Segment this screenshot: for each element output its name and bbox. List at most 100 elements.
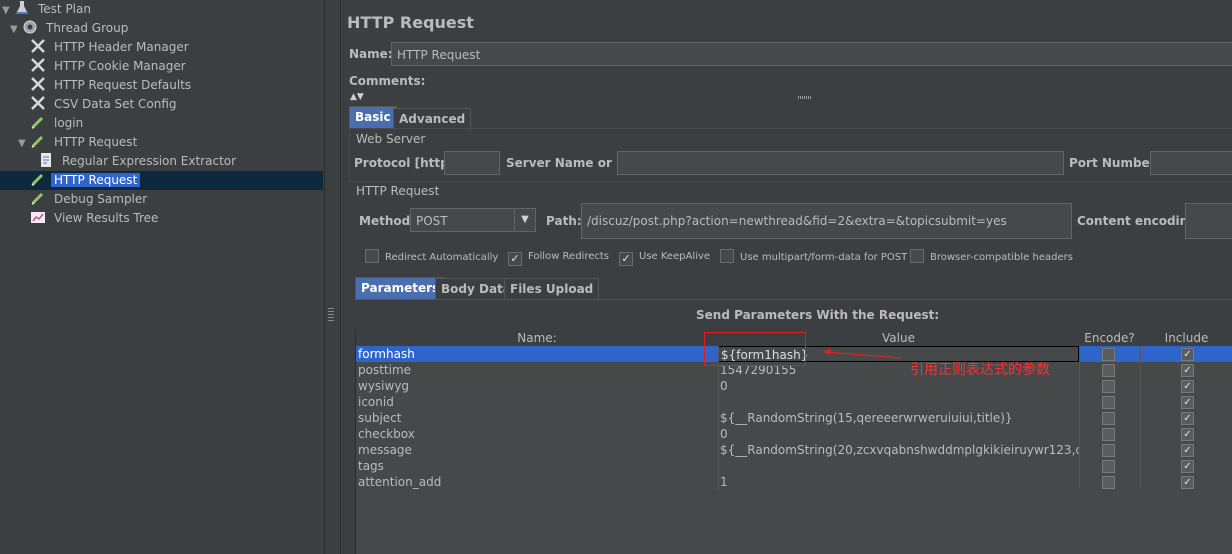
checkmark-icon: ✓	[619, 252, 633, 266]
annotation-text: 引用正则表达式的参数	[910, 362, 1050, 378]
tree-item-login[interactable]: login	[30, 114, 86, 133]
include-equals-checkbox[interactable]: ✓	[1181, 428, 1194, 441]
column-header-encode[interactable]: Encode?	[1079, 330, 1141, 347]
include-equals-checkbox[interactable]: ✓	[1181, 380, 1194, 393]
param-value[interactable]: 0	[718, 426, 1079, 442]
path-field[interactable]: /discuz/post.php?action=newthread&fid=2&…	[581, 203, 1072, 239]
redirect-automatically-checkbox[interactable]: Redirect Automatically	[365, 249, 498, 265]
multipart-form-data-checkbox[interactable]: Use multipart/form-data for POST	[720, 249, 907, 265]
tree-item-http-request[interactable]: ▼ HTTP Request	[18, 133, 140, 152]
column-divider	[1079, 346, 1080, 490]
param-value[interactable]	[718, 458, 1079, 474]
include-equals-checkbox[interactable]: ✓	[1181, 396, 1194, 409]
tree-item-thread-group[interactable]: ▼ Thread Group	[10, 19, 131, 38]
param-name[interactable]: iconid	[356, 394, 718, 410]
browser-compatible-headers-checkbox[interactable]: Browser-compatible headers	[910, 249, 1073, 265]
param-name[interactable]: formhash	[356, 346, 718, 362]
protocol-field[interactable]	[444, 151, 500, 175]
include-equals-checkbox[interactable]: ✓	[1181, 348, 1194, 361]
encode-checkbox[interactable]	[1102, 380, 1115, 393]
param-name[interactable]: checkbox	[356, 426, 718, 442]
params-heading: Send Parameters With the Request:	[696, 308, 940, 322]
tree-item-label: Regular Expression Extractor	[62, 154, 237, 168]
config-element-icon	[31, 58, 45, 72]
encode-checkbox[interactable]	[1102, 460, 1115, 473]
server-name-field[interactable]	[617, 151, 1064, 175]
param-name[interactable]: subject	[356, 410, 718, 426]
encode-checkbox[interactable]	[1102, 412, 1115, 425]
test-plan-icon	[16, 1, 28, 14]
tree-item-label: HTTP Cookie Manager	[54, 59, 186, 73]
encode-checkbox[interactable]	[1102, 428, 1115, 441]
table-row[interactable]: message ${__RandomString(20,zcxvqabnshwd…	[356, 442, 1232, 458]
tree-item-test-plan[interactable]: ▼ Test Plan	[2, 0, 94, 19]
method-label: Method:	[359, 214, 415, 228]
page-title: HTTP Request	[347, 13, 474, 32]
encode-checkbox[interactable]	[1102, 348, 1115, 361]
param-value[interactable]: ${__RandomString(20,zcxvqabnshwddmplgkik…	[718, 442, 1079, 458]
column-header-include-equals[interactable]: Include Equals?	[1140, 330, 1232, 361]
encode-checkbox[interactable]	[1102, 396, 1115, 409]
param-value[interactable]: 0	[718, 378, 1079, 394]
sampler-pipette-icon	[31, 192, 44, 205]
content-encoding-field[interactable]	[1185, 203, 1232, 239]
collapse-arrows-icon[interactable]: ▲▼	[350, 92, 364, 102]
encode-checkbox[interactable]	[1102, 476, 1115, 489]
http-request-editor: HTTP Request Name: HTTP Request Comments…	[343, 0, 1232, 554]
pane-splitter[interactable]	[325, 0, 341, 554]
name-label: Name:	[349, 47, 393, 61]
encode-checkbox[interactable]	[1102, 364, 1115, 377]
divider-grip-icon[interactable]	[798, 96, 812, 99]
table-row[interactable]: subject ${__RandomString(15,qereeerwrwer…	[356, 410, 1232, 426]
tree-item-http-request-selected[interactable]: HTTP Request	[0, 171, 323, 190]
subtab-divider	[355, 299, 1232, 300]
tree-item-label: login	[54, 116, 84, 130]
expand-arrow-icon[interactable]: ▼	[18, 134, 30, 153]
param-name[interactable]: wysiwyg	[356, 378, 718, 394]
table-row[interactable]: attention_add 1 ✓	[356, 474, 1232, 490]
sampler-pipette-icon	[31, 135, 44, 148]
tab-advanced[interactable]: Advanced	[393, 108, 472, 130]
tree-item-csv-data-set-config[interactable]: CSV Data Set Config	[30, 95, 180, 114]
include-equals-checkbox[interactable]: ✓	[1181, 412, 1194, 425]
expand-arrow-icon[interactable]: ▼	[10, 20, 22, 39]
include-equals-checkbox[interactable]: ✓	[1181, 460, 1194, 473]
tab-files-upload[interactable]: Files Upload	[504, 278, 600, 300]
param-name[interactable]: tags	[356, 458, 718, 474]
use-keepalive-checkbox[interactable]: ✓ Use KeepAlive	[619, 249, 710, 266]
table-row[interactable]: tags ✓	[356, 458, 1232, 474]
tree-item-debug-sampler[interactable]: Debug Sampler	[30, 190, 150, 209]
method-select[interactable]: POST ▼	[410, 208, 536, 232]
param-value[interactable]: 1	[718, 474, 1079, 490]
include-equals-checkbox[interactable]: ✓	[1181, 364, 1194, 377]
tab-parameters[interactable]: Parameters	[355, 277, 446, 299]
tree-item-view-results-tree[interactable]: View Results Tree	[30, 209, 161, 228]
tree-item-http-request-defaults[interactable]: HTTP Request Defaults	[30, 76, 194, 95]
chevron-down-icon[interactable]: ▼	[514, 209, 535, 231]
tree-item-label: Debug Sampler	[54, 192, 148, 206]
table-row[interactable]: wysiwyg 0 ✓	[356, 378, 1232, 394]
param-name[interactable]: attention_add	[356, 474, 718, 490]
tree-item-regular-expression-extractor[interactable]: Regular Expression Extractor	[38, 152, 239, 171]
param-value[interactable]: ${__RandomString(15,qereeerwrweruiuiui,t…	[718, 410, 1079, 426]
table-row[interactable]: iconid ✓	[356, 394, 1232, 410]
port-number-field[interactable]	[1150, 151, 1232, 175]
tree-item-http-cookie-manager[interactable]: HTTP Cookie Manager	[30, 57, 189, 76]
follow-redirects-checkbox[interactable]: ✓ Follow Redirects	[508, 249, 609, 266]
encode-checkbox[interactable]	[1102, 444, 1115, 457]
checkbox-label: Browser-compatible headers	[930, 252, 1073, 263]
name-field[interactable]: HTTP Request	[391, 42, 1232, 66]
expand-arrow-icon[interactable]: ▼	[2, 1, 14, 20]
column-header-name[interactable]: Name:	[356, 330, 719, 347]
web-server-section-label: Web Server	[356, 132, 426, 146]
include-equals-checkbox[interactable]: ✓	[1181, 444, 1194, 457]
tree-item-label: Test Plan	[38, 2, 91, 16]
param-name[interactable]: message	[356, 442, 718, 458]
param-name[interactable]: posttime	[356, 362, 718, 378]
tree-item-http-header-manager[interactable]: HTTP Header Manager	[30, 38, 192, 57]
include-equals-checkbox[interactable]: ✓	[1181, 476, 1194, 489]
tab-basic[interactable]: Basic	[349, 106, 397, 128]
splitter-grip-icon	[328, 308, 334, 322]
table-row[interactable]: checkbox 0 ✓	[356, 426, 1232, 442]
param-value[interactable]	[718, 394, 1079, 410]
